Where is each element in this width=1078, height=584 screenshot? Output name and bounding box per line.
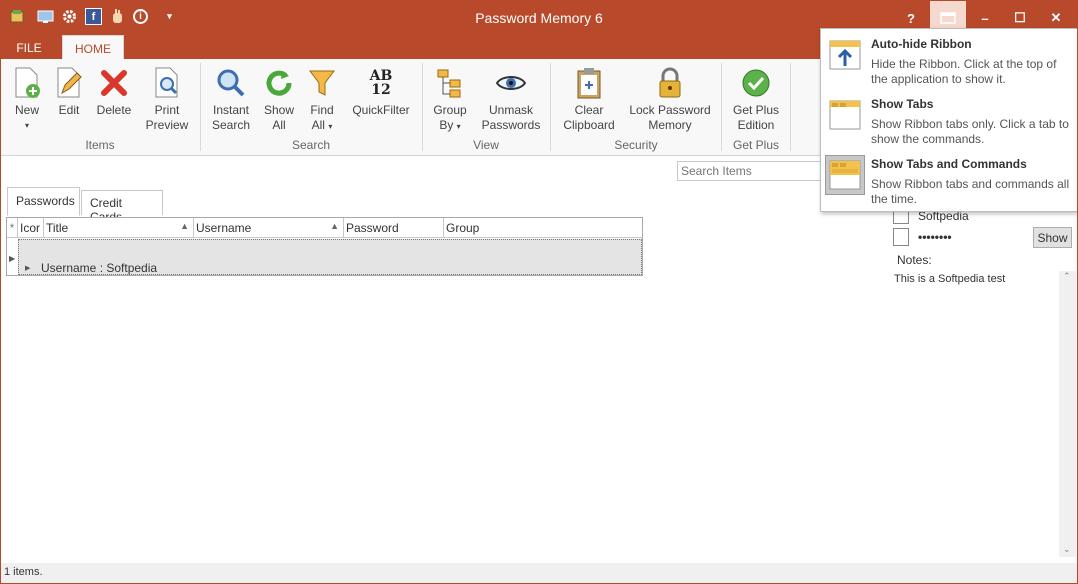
lock-password-memory-button[interactable]: Lock Password Memory [627,63,713,133]
check-circle-icon [742,69,770,97]
group-row-label: Username : Softpedia [41,261,158,275]
copy-password-icon[interactable] [893,228,909,246]
eye-icon [496,76,526,90]
show-all-button[interactable]: Show All [259,63,299,133]
edit-button[interactable]: Edit [51,63,87,118]
delete-button[interactable]: Delete [93,63,135,118]
ribbon-separator [721,63,722,151]
option-show-tabs-and-commands[interactable]: Show Tabs and Commands Show Ribbon tabs … [823,151,1077,209]
new-button[interactable]: New ▾ [7,63,47,133]
ribbon-display-options-popup: Auto-hide Ribbon Hide the Ribbon. Click … [820,28,1077,212]
group-label-security: Security [614,138,658,152]
detail-password-value: •••••••• [918,230,952,244]
option-auto-hide-ribbon[interactable]: Auto-hide Ribbon Hide the Ribbon. Click … [823,31,1077,89]
tab-file[interactable]: FILE [9,35,49,59]
passwords-grid: * Icor Title ▲ Username ▲ Password Group ▶… [6,217,643,276]
app-window: f i ▾ Password Memory 6 ? – ☐ ✕ FILE HOM… [0,0,1078,584]
scroll-up-icon[interactable]: ⌃ [1063,271,1071,282]
option-title: Auto-hide Ribbon [871,37,972,51]
tree-icon [437,69,461,98]
status-bar: 1 items. [1,563,1077,583]
column-header-username[interactable]: Username ▲ [194,218,344,238]
search-items-input[interactable] [677,161,827,181]
find-all-button[interactable]: Find All ▾ [303,63,341,134]
new-document-icon [15,67,40,98]
row-indicator-icon: ▶ [9,254,16,263]
show-tabs-icon [829,100,861,130]
column-header-group[interactable]: Group [444,218,642,238]
option-description: Show Ribbon tabs and commands all the ti… [871,177,1070,206]
option-title: Show Tabs [871,97,934,111]
option-description: Show Ribbon tabs only. Click a tab to sh… [871,117,1069,146]
instant-search-button[interactable]: Instant Search [209,63,253,133]
clipboard-icon [577,68,601,99]
print-preview-button[interactable]: Print Preview [143,63,191,133]
expand-arrow-icon[interactable]: ▶ [25,264,30,272]
magnifier-icon [217,69,245,97]
edit-document-icon [57,67,82,98]
ribbon-separator [790,63,791,151]
new-row-marker: * [7,218,18,238]
group-label-view: View [473,138,499,152]
group-by-button[interactable]: Group By ▾ [429,63,471,134]
notes-label: Notes: [897,253,932,267]
unmask-passwords-button[interactable]: Unmask Passwords [479,63,543,133]
tab-passwords[interactable]: Passwords [7,187,80,216]
group-label-items: Items [85,138,115,152]
notes-text: This is a Softpedia test [894,273,1006,285]
tab-credit-cards[interactable]: Credit Cards [81,190,163,224]
group-row[interactable]: ▶ Username : Softpedia [18,239,642,275]
column-header-icon[interactable]: Icor [18,218,44,238]
group-label-get-plus: Get Plus [732,138,780,152]
clear-clipboard-button[interactable]: Clear Clipboard [559,63,619,133]
option-show-tabs[interactable]: Show Tabs Show Ribbon tabs only. Click a… [823,91,1077,149]
delete-x-icon [101,70,127,96]
option-description: Hide the Ribbon. Click at the top of the… [871,57,1057,86]
get-plus-edition-button[interactable]: Get Plus Edition [729,63,783,133]
group-label-search: Search [291,138,331,152]
tab-home[interactable]: HOME [62,35,124,60]
notes-scrollbar[interactable]: ⌃ ⌄ [1059,271,1076,557]
ribbon-display-icon [940,12,956,24]
padlock-icon [659,67,681,98]
column-header-password[interactable]: Password [344,218,444,238]
quickfilter-button[interactable]: AB 12 QuickFilter [349,63,413,118]
print-preview-icon [155,67,178,98]
show-password-button[interactable]: Show [1033,227,1072,248]
ab12-icon: AB 12 [369,68,393,98]
auto-hide-ribbon-icon [829,40,861,70]
refresh-arrow-icon [266,70,292,96]
funnel-icon [309,70,335,96]
column-header-title[interactable]: Title ▲ [44,218,194,238]
scroll-down-icon[interactable]: ⌄ [1063,544,1071,555]
option-title: Show Tabs and Commands [871,157,1027,171]
detail-panel: Softpedia •••••••• Show Notes: This is a… [888,201,1077,561]
show-tabs-and-commands-icon [829,160,861,190]
